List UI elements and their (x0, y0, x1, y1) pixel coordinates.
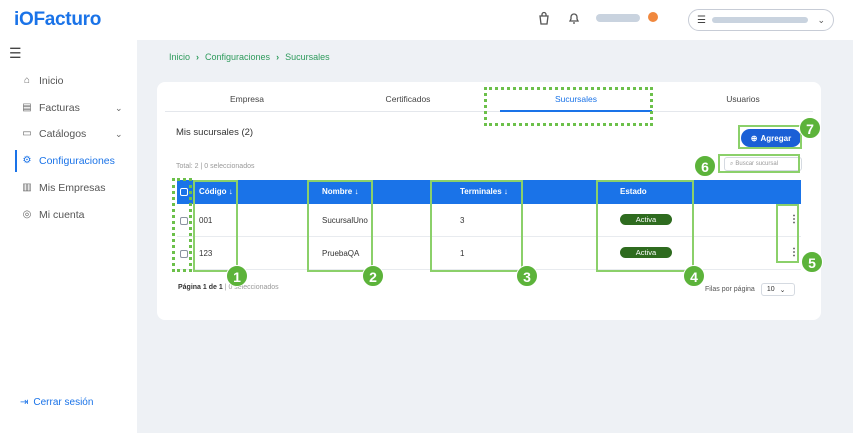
annotation-marker: 1 (226, 265, 248, 287)
top-bar: iOFacturo ☰ ⌄ (0, 0, 853, 40)
add-button[interactable]: ⊕ Agregar (741, 129, 801, 147)
table-row[interactable]: 123 PruebaQA 1 Activa ⋮ (177, 237, 801, 270)
company-name (711, 17, 808, 23)
column-label: Código (199, 187, 227, 196)
pagination-info: Página 1 de 1 | 0 seleccionados (178, 284, 279, 291)
rows-per-page-label: Filas por página (705, 286, 755, 293)
active-tab-indicator (500, 110, 652, 112)
annotation-marker: 3 (516, 265, 538, 287)
arrow-down-icon: ↓ (228, 187, 233, 196)
home-icon: ⌂ (23, 75, 31, 86)
sidebar-item-mi-cuenta[interactable]: ◎ Mi cuenta (0, 204, 137, 226)
rows-per-page-select[interactable]: 10 ⌄ (760, 283, 795, 296)
select-all-checkbox[interactable] (180, 188, 188, 196)
sidebar-item-label: Facturas (39, 102, 80, 114)
breadcrumb-item-current: Sucursales (285, 52, 330, 62)
tab-sucursales[interactable]: Sucursales (555, 94, 597, 104)
column-label: Terminales (460, 187, 502, 196)
cell-nombre: SucursalUno (322, 216, 368, 225)
building-icon: ▥ (22, 182, 32, 193)
annotation-marker: 6 (694, 155, 716, 177)
cell-codigo: 123 (199, 249, 213, 258)
logout-icon: ⇥ (20, 397, 29, 408)
column-label: Nombre (322, 187, 353, 196)
chevron-right-icon: › (276, 52, 280, 62)
status-badge: Activa (620, 247, 672, 258)
user-avatar[interactable] (648, 12, 658, 22)
chevron-down-icon: ⌄ (115, 128, 123, 139)
sidebar-item-label: Inicio (39, 75, 64, 87)
row-checkbox[interactable] (180, 250, 188, 258)
tab-certificados[interactable]: Certificados (386, 94, 431, 104)
tab-usuarios[interactable]: Usuarios (726, 94, 760, 104)
chevron-right-icon: › (196, 52, 200, 62)
total-count: Total: 2 | 0 seleccionados (176, 163, 255, 170)
user-name[interactable] (596, 14, 640, 22)
sidebar-item-label: Configuraciones (39, 155, 115, 167)
bell-icon[interactable] (566, 11, 582, 27)
rows-per-page: Filas por página 10 ⌄ (705, 283, 795, 296)
app-logo[interactable]: iOFacturo (14, 9, 101, 31)
status-badge: Activa (620, 214, 672, 225)
section-title: Mis sucursales (2) (176, 127, 254, 138)
kebab-menu-icon[interactable]: ⋮ (789, 247, 799, 258)
tab-empresa[interactable]: Empresa (230, 94, 264, 104)
sidebar-item-inicio[interactable]: ⌂ Inicio (0, 70, 137, 92)
sidebar-item-configuraciones[interactable]: ⚙ Configuraciones (0, 150, 137, 172)
sidebar: ☰ ⌂ Inicio ▤ Facturas ⌄ ▭ Catálogos ⌄ ⚙ … (0, 40, 137, 433)
chevron-down-icon: ⌄ (779, 286, 786, 294)
shopping-bag-icon[interactable] (536, 11, 552, 27)
chevron-down-icon: ⌄ (817, 14, 825, 25)
sidebar-item-label: Mi cuenta (39, 209, 85, 221)
menu-toggle-icon[interactable]: ☰ (9, 45, 22, 62)
cell-codigo: 001 (199, 216, 213, 225)
column-header-codigo[interactable]: Código ↓ (199, 187, 233, 196)
table-header: Código ↓ Nombre ↓ Terminales ↓ Estado (177, 180, 801, 204)
company-select[interactable]: ☰ ⌄ (688, 9, 834, 31)
column-header-estado: Estado (620, 187, 647, 196)
search-input[interactable]: ⌕ Buscar sucursal (724, 157, 802, 171)
sidebar-item-label: Catálogos (39, 128, 87, 140)
annotation-marker: 2 (362, 265, 384, 287)
breadcrumb-item[interactable]: Inicio (169, 52, 190, 62)
sidebar-item-label: Mis Empresas (39, 182, 106, 194)
gear-icon: ⚙ (22, 155, 32, 166)
row-checkbox[interactable] (180, 217, 188, 225)
cell-terminales: 3 (460, 216, 465, 225)
tab-bar: Empresa Certificados Sucursales Usuarios (165, 88, 813, 112)
search-icon: ⌕ (730, 160, 734, 167)
table-row[interactable]: 001 SucursalUno 3 Activa ⋮ (177, 204, 801, 237)
page-label: Página 1 de 1 (178, 284, 223, 291)
rows-per-page-value: 10 (766, 286, 775, 293)
column-header-nombre[interactable]: Nombre ↓ (322, 187, 358, 196)
folder-icon: ▭ (22, 128, 32, 139)
plus-circle-icon: ⊕ (750, 133, 758, 143)
breadcrumb-item[interactable]: Configuraciones (205, 52, 270, 62)
hamburger-icon: ☰ (697, 14, 706, 26)
add-button-label: Agregar (760, 133, 792, 143)
annotation-marker: 4 (683, 265, 705, 287)
user-circle-icon: ◎ (22, 209, 32, 220)
sidebar-item-mis-empresas[interactable]: ▥ Mis Empresas (0, 177, 137, 199)
search-placeholder: Buscar sucursal (735, 161, 779, 167)
arrow-down-icon: ↓ (354, 187, 359, 196)
cell-terminales: 1 (460, 249, 465, 258)
sidebar-item-catalogos[interactable]: ▭ Catálogos ⌄ (0, 123, 137, 145)
invoice-icon: ▤ (22, 102, 32, 113)
kebab-menu-icon[interactable]: ⋮ (789, 214, 799, 225)
sucursales-card: Empresa Certificados Sucursales Usuarios… (157, 82, 821, 320)
cell-nombre: PruebaQA (322, 249, 360, 258)
logout-link[interactable]: ⇥ Cerrar sesión (20, 397, 93, 408)
chevron-down-icon: ⌄ (115, 102, 123, 113)
logout-label: Cerrar sesión (33, 397, 94, 408)
breadcrumb: Inicio › Configuraciones › Sucursales (169, 52, 330, 62)
annotation-marker: 7 (799, 117, 821, 139)
main-content: Inicio › Configuraciones › Sucursales Em… (137, 40, 853, 433)
annotation-marker: 5 (801, 251, 823, 273)
arrow-down-icon: ↓ (503, 187, 508, 196)
column-header-terminales[interactable]: Terminales ↓ (460, 187, 508, 196)
sidebar-item-facturas[interactable]: ▤ Facturas ⌄ (0, 97, 137, 119)
